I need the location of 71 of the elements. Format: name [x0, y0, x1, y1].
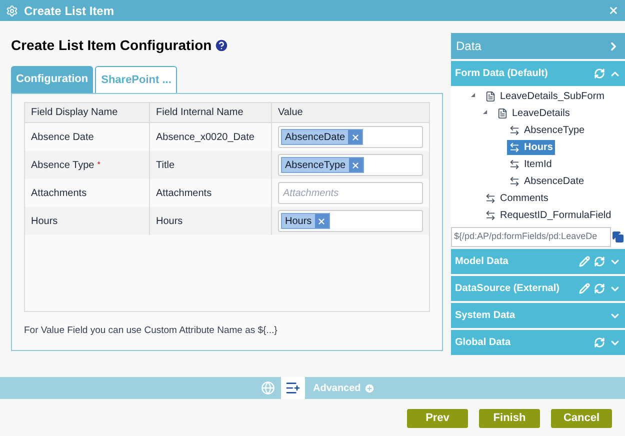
help-icon[interactable] [214, 38, 229, 53]
close-icon[interactable] [351, 160, 360, 170]
value-token: AbsenceDate [281, 129, 364, 145]
tree-item[interactable]: LeaveDetails_SubForm [483, 89, 606, 104]
table-cell-text: Attachments [31, 186, 87, 200]
field-icon [485, 193, 496, 204]
tab[interactable]: SharePoint ... [95, 66, 178, 93]
field-icon [485, 210, 496, 221]
gear-icon [6, 4, 18, 16]
action-button[interactable]: Prev [407, 409, 468, 428]
path-field[interactable]: ${/pd:AP/pd:formFields/pd:LeaveDe [451, 227, 611, 247]
tab[interactable]: Configuration [11, 66, 94, 93]
list-tool-button[interactable] [281, 377, 305, 399]
close-icon[interactable] [317, 216, 326, 226]
globe-icon[interactable] [261, 381, 275, 395]
tree-item[interactable]: LeaveDetails [495, 106, 572, 121]
pencil-icon[interactable] [579, 283, 590, 294]
tree-item[interactable]: Hours [507, 140, 555, 155]
table-cell-text: Attachments [156, 186, 212, 200]
pencil-icon[interactable] [579, 256, 590, 267]
form-icon [497, 108, 508, 119]
remove-token-button[interactable] [314, 214, 329, 228]
field-icon [509, 125, 520, 136]
section-header[interactable]: DataSource (External) [451, 276, 625, 301]
value-token: AbsenceType [281, 157, 364, 173]
table-cell-text: Hours [31, 214, 58, 228]
tree-item[interactable]: Comments [483, 191, 550, 206]
expand-triangle-icon[interactable] [483, 110, 487, 114]
tree-item[interactable]: RequestID_FormulaField [483, 208, 614, 223]
plus-icon [364, 382, 375, 394]
section-header[interactable]: System Data [451, 303, 625, 328]
table-cell-text: Title [156, 158, 175, 172]
hint-text: For Value Field you can use Custom Attribute Name as ${...} [24, 324, 278, 338]
table-cell-text: Absence Type [31, 158, 94, 172]
section-header[interactable]: Form Data (Default) [451, 61, 625, 86]
field-icon [509, 159, 520, 170]
table-cell-text: Absence Date [31, 130, 94, 144]
required-mark: * [97, 159, 100, 171]
window-title: Create List Item [24, 2, 114, 20]
refresh-icon[interactable] [594, 337, 605, 348]
column-header: Field Display Name [31, 106, 118, 120]
expand-triangle-icon[interactable] [471, 93, 475, 98]
value-field[interactable]: AbsenceDate [278, 126, 423, 148]
close-icon[interactable] [350, 132, 360, 142]
field-icon [509, 142, 520, 153]
column-header: Value [278, 106, 303, 120]
section-header[interactable]: Model Data [451, 249, 625, 274]
page-heading: Create List Item Configuration [11, 36, 212, 55]
tree-item[interactable]: ItemId [507, 157, 554, 172]
remove-token-button[interactable] [348, 130, 362, 144]
section-header[interactable]: Global Data [451, 330, 625, 355]
remove-token-button[interactable] [348, 158, 363, 172]
refresh-icon[interactable] [594, 256, 605, 267]
copy-icon[interactable] [612, 231, 624, 243]
close-icon[interactable] [608, 5, 619, 16]
list-icon [285, 380, 301, 396]
column-header: Field Internal Name [156, 106, 244, 120]
action-button[interactable]: Finish [479, 409, 540, 428]
tree-item[interactable]: AbsenceType [507, 123, 587, 138]
value-field[interactable]: AbsenceType [278, 154, 423, 176]
value-field[interactable]: Hours [278, 210, 423, 232]
table-cell-text: Hours [156, 214, 183, 228]
form-icon [485, 91, 496, 102]
panel-header[interactable]: Data [451, 33, 625, 59]
table-cell-text: Absence_x0020_Date [156, 130, 254, 144]
refresh-icon[interactable] [594, 68, 605, 79]
field-icon [509, 176, 520, 187]
action-button[interactable]: Cancel [551, 409, 612, 428]
value-token: Hours [281, 213, 330, 229]
tree-item[interactable]: AbsenceDate [507, 174, 586, 189]
refresh-icon[interactable] [594, 283, 605, 294]
